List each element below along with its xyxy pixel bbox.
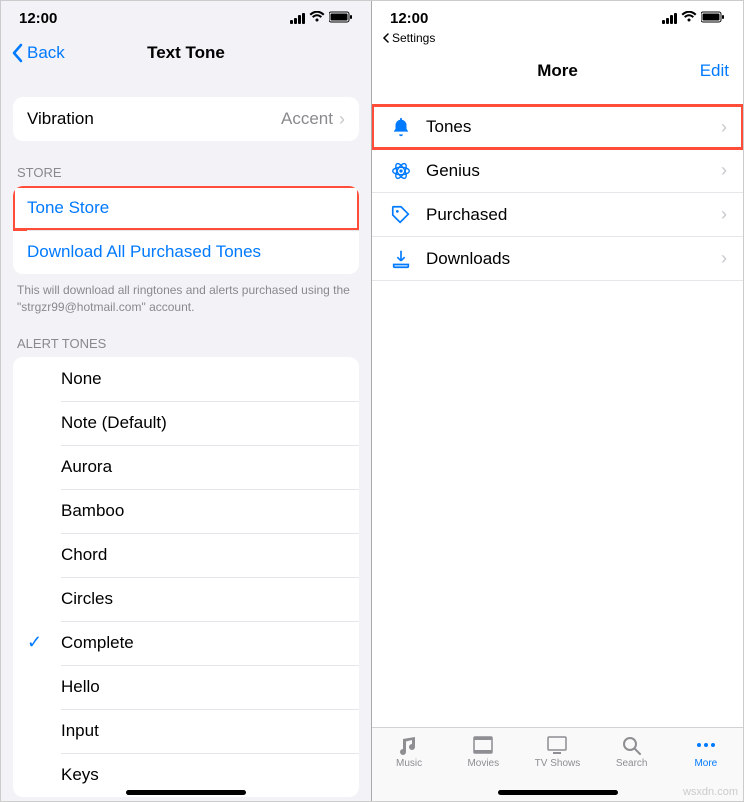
more-icon — [693, 734, 719, 756]
alert-tone-item[interactable]: Bamboo — [13, 489, 359, 533]
alert-tone-label: Complete — [61, 633, 134, 653]
vibration-value: Accent — [281, 109, 333, 129]
alert-tone-item[interactable]: Chord — [13, 533, 359, 577]
alert-tone-label: Circles — [61, 589, 113, 609]
tab-music[interactable]: Music — [379, 734, 439, 801]
more-item-label: Downloads — [426, 249, 510, 269]
more-list: Tones › Genius › Purchased › Downloads › — [372, 105, 743, 281]
alert-tone-label: Aurora — [61, 457, 112, 477]
tag-icon — [388, 202, 414, 228]
alert-tone-label: Input — [61, 721, 99, 741]
tab-label: TV Shows — [535, 758, 581, 769]
cellular-icon — [662, 13, 677, 24]
breadcrumb-label: Settings — [392, 31, 435, 45]
wifi-icon — [681, 10, 697, 27]
alert-tone-item[interactable]: None — [13, 357, 359, 401]
alert-tone-label: Note (Default) — [61, 413, 167, 433]
more-item-downloads[interactable]: Downloads › — [372, 237, 743, 281]
store-footer: This will download all ringtones and ale… — [1, 274, 371, 324]
chevron-right-icon: › — [721, 248, 727, 269]
alert-tone-item[interactable]: Aurora — [13, 445, 359, 489]
chevron-right-icon: › — [721, 204, 727, 225]
home-indicator[interactable] — [126, 790, 246, 795]
alert-tone-item[interactable]: Circles — [13, 577, 359, 621]
alert-tones-list: None Note (Default) Aurora Bamboo Chord Circl… — [13, 357, 359, 797]
alert-tone-label: Chord — [61, 545, 107, 565]
home-indicator[interactable] — [498, 790, 618, 795]
alert-tone-label: None — [61, 369, 102, 389]
page-title: More — [537, 61, 578, 81]
download-all-tones-button[interactable]: Download All Purchased Tones — [13, 230, 359, 274]
chevron-right-icon: › — [339, 109, 345, 130]
alert-tones-header: ALERT TONES — [1, 330, 371, 357]
status-time: 12:00 — [19, 10, 57, 27]
nav-bar: More Edit — [372, 49, 743, 93]
bell-icon — [388, 114, 414, 140]
film-icon — [470, 734, 496, 756]
back-label: Back — [27, 43, 65, 63]
more-item-purchased[interactable]: Purchased › — [372, 193, 743, 237]
settings-text-tone-screen: 12:00 Back Text Tone Vibration Accent › — [1, 1, 372, 801]
tab-label: More — [694, 758, 717, 769]
more-item-label: Genius — [426, 161, 480, 181]
more-item-label: Purchased — [426, 205, 507, 225]
tone-store-button[interactable]: Tone Store — [13, 186, 359, 230]
alert-tone-item[interactable]: Input — [13, 709, 359, 753]
nav-bar: Back Text Tone — [1, 31, 371, 75]
music-icon — [396, 734, 422, 756]
chevron-right-icon: › — [721, 117, 727, 138]
edit-button[interactable]: Edit — [700, 61, 729, 81]
search-icon — [619, 734, 645, 756]
back-button[interactable]: Back — [11, 43, 65, 63]
alert-tone-label: Bamboo — [61, 501, 124, 521]
alert-tone-item[interactable]: Note (Default) — [13, 401, 359, 445]
cellular-icon — [290, 13, 305, 24]
status-bar: 12:00 — [372, 1, 743, 31]
wifi-icon — [309, 10, 325, 27]
vibration-label: Vibration — [27, 109, 94, 129]
itunes-more-screen: 12:00 Settings More Edit Tones›Genius›Pu… — [372, 1, 743, 801]
breadcrumb-back[interactable]: Settings — [372, 31, 743, 49]
alert-tone-label: Keys — [61, 765, 99, 785]
download-icon — [388, 246, 414, 272]
alert-tone-item[interactable]: ✓ Complete — [13, 621, 359, 665]
tab-label: Search — [616, 758, 648, 769]
more-item-label: Tones — [426, 117, 471, 137]
status-bar: 12:00 — [1, 1, 371, 31]
battery-icon — [701, 10, 725, 27]
checkmark-icon: ✓ — [27, 632, 42, 653]
watermark: wsxdn.com — [683, 786, 738, 798]
tv-icon — [544, 734, 570, 756]
store-header: STORE — [1, 159, 371, 186]
page-title: Text Tone — [147, 43, 225, 63]
more-item-tones[interactable]: Tones › — [372, 105, 743, 149]
status-time: 12:00 — [390, 10, 428, 27]
alert-tone-label: Hello — [61, 677, 100, 697]
tone-store-label: Tone Store — [27, 198, 109, 218]
tab-label: Music — [396, 758, 422, 769]
atom-icon — [388, 158, 414, 184]
vibration-cell[interactable]: Vibration Accent › — [13, 97, 359, 141]
battery-icon — [329, 10, 353, 27]
alert-tone-item[interactable]: Hello — [13, 665, 359, 709]
download-all-label: Download All Purchased Tones — [27, 242, 261, 262]
chevron-right-icon: › — [721, 160, 727, 181]
more-item-genius[interactable]: Genius › — [372, 149, 743, 193]
tab-label: Movies — [467, 758, 499, 769]
